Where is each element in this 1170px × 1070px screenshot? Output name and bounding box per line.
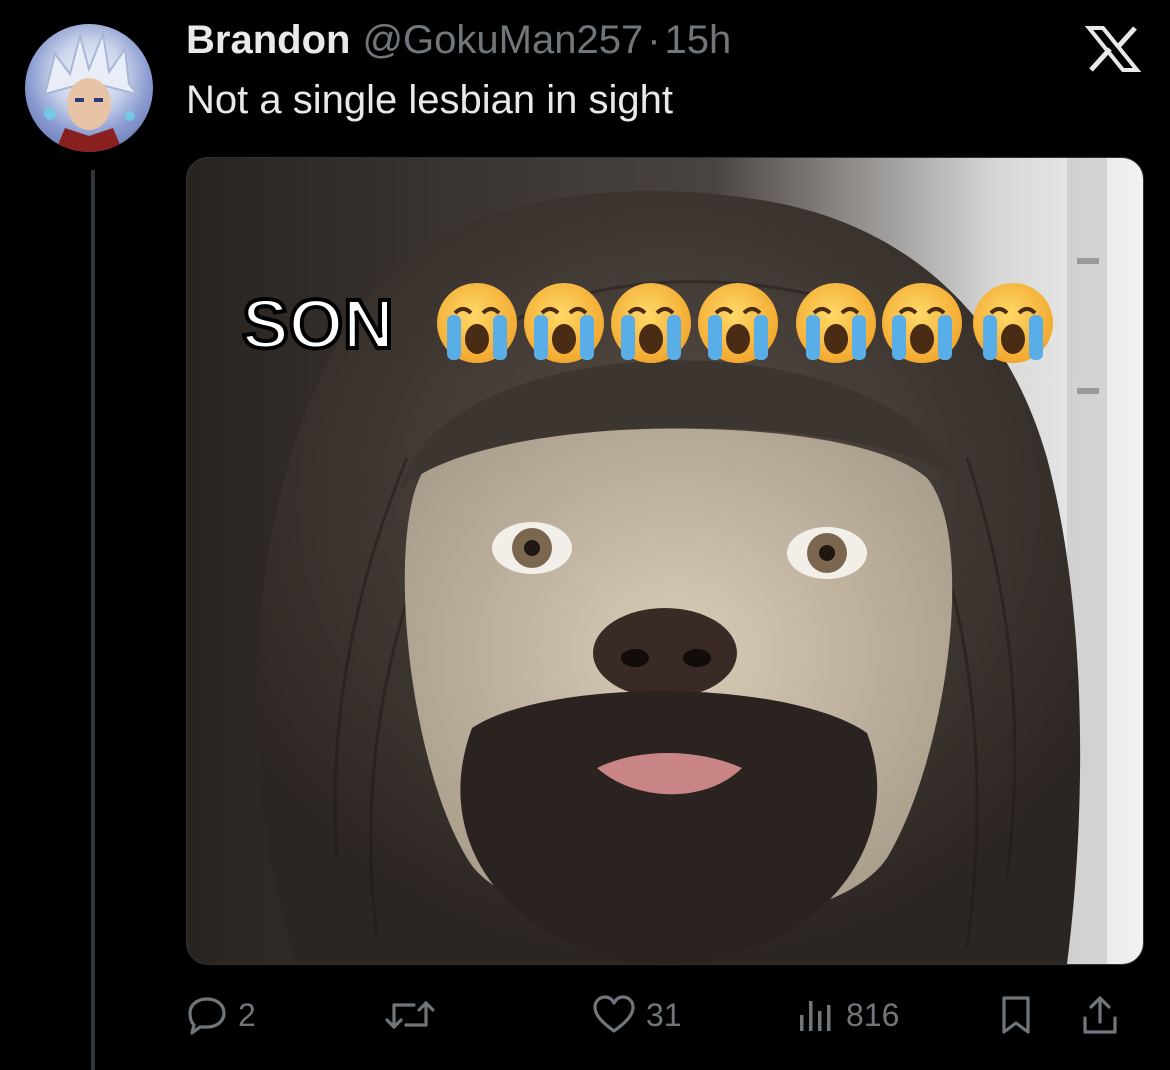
- bookmark-button[interactable]: [996, 990, 1036, 1040]
- heart-icon: [592, 995, 636, 1035]
- retweet-button[interactable]: [384, 990, 446, 1040]
- views-icon: [796, 995, 836, 1035]
- avatar[interactable]: [25, 24, 153, 152]
- tweet-action-bar: 2 31 816: [186, 990, 1146, 1040]
- like-button[interactable]: 31: [592, 990, 682, 1040]
- retweet-icon: [384, 995, 436, 1035]
- author-handle[interactable]: @GokuMan257: [362, 18, 643, 63]
- tweet-header: Brandon @GokuMan257 · 15h: [186, 18, 731, 68]
- share-icon: [1080, 994, 1120, 1036]
- tweet-timestamp[interactable]: 15h: [665, 18, 732, 63]
- tweet-media-image[interactable]: SON: [186, 157, 1144, 965]
- reply-count: 2: [238, 996, 256, 1033]
- views-count: 816: [846, 996, 900, 1033]
- author-name[interactable]: Brandon: [186, 18, 350, 63]
- views-button[interactable]: 816: [796, 990, 899, 1040]
- tweet-text: Not a single lesbian in sight: [186, 78, 673, 122]
- reply-icon: [186, 995, 228, 1035]
- reply-button[interactable]: 2: [186, 990, 256, 1040]
- thread-line: [91, 170, 95, 1070]
- x-logo-icon[interactable]: [1084, 26, 1142, 72]
- separator-dot: ·: [647, 18, 661, 62]
- bookmark-icon: [996, 994, 1036, 1036]
- like-count: 31: [646, 996, 682, 1033]
- share-button[interactable]: [1080, 990, 1120, 1040]
- media-overlay-text: SON: [242, 285, 394, 363]
